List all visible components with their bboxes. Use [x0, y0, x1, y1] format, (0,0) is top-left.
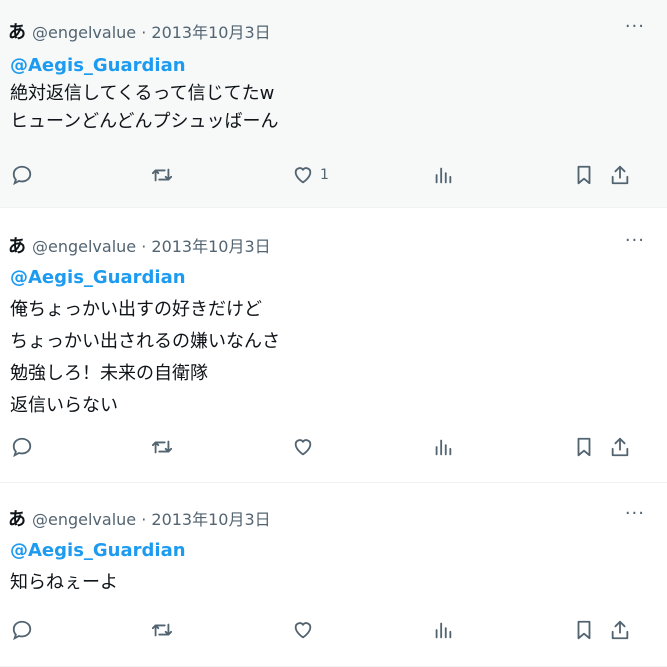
mention-link[interactable]: @Aegis_Guardian: [10, 264, 280, 292]
retweet-button[interactable]: [151, 436, 173, 458]
bookmark-icon: [577, 620, 591, 640]
display-name[interactable]: あ: [8, 18, 26, 44]
tweet[interactable]: あ @engelvalue · 2013年10月3日 ··· @Aegis_Gu…: [0, 0, 667, 208]
tweet-text: @Aegis_Guardian 絶対返信してくるって信じてたw ヒューンどんどん…: [10, 52, 279, 136]
like-icon: [294, 439, 312, 456]
handle-and-date[interactable]: @engelvalue · 2013年10月3日: [32, 19, 271, 43]
like-button[interactable]: [292, 619, 314, 641]
retweet-button[interactable]: [151, 619, 173, 641]
like-button[interactable]: 1: [292, 164, 329, 186]
display-name[interactable]: あ: [8, 505, 26, 531]
bookmark-icon: [577, 165, 591, 185]
retweet-icon: [151, 623, 173, 637]
like-icon: [294, 167, 312, 184]
tweet[interactable]: あ @engelvalue · 2013年10月3日 ··· @Aegis_Gu…: [0, 208, 667, 483]
handle-and-date[interactable]: @engelvalue · 2013年10月3日: [32, 233, 271, 257]
tweet-header: あ @engelvalue · 2013年10月3日: [8, 18, 271, 44]
retweet-icon: [151, 168, 173, 182]
tweet-line: 知らねぇーよ: [10, 572, 118, 593]
views-button[interactable]: [432, 164, 454, 186]
more-options-icon[interactable]: ···: [625, 230, 645, 251]
tweet[interactable]: あ @engelvalue · 2013年10月3日 ··· @Aegis_Gu…: [0, 483, 667, 667]
share-button[interactable]: [609, 619, 631, 641]
like-button[interactable]: [292, 436, 314, 458]
bookmark-button[interactable]: [573, 619, 595, 641]
handle-and-date[interactable]: @engelvalue · 2013年10月3日: [32, 506, 271, 530]
tweet-line: 絶対返信してくるって信じてたw: [10, 83, 275, 104]
views-icon: [435, 167, 452, 184]
views-icon: [435, 439, 452, 456]
share-icon: [611, 620, 629, 640]
like-icon: [294, 622, 312, 639]
tweet-header: あ @engelvalue · 2013年10月3日: [8, 232, 271, 258]
share-icon: [611, 437, 629, 457]
bookmark-icon: [577, 437, 591, 457]
reply-icon: [12, 437, 32, 458]
reply-button[interactable]: [11, 436, 33, 458]
bookmark-button[interactable]: [573, 436, 595, 458]
mention-link[interactable]: @Aegis_Guardian: [10, 52, 279, 80]
retweet-button[interactable]: [151, 164, 173, 186]
tweet-line: ヒューンどんどんプシュッばーん: [10, 111, 279, 132]
like-count: 1: [320, 167, 329, 183]
views-button[interactable]: [432, 619, 454, 641]
share-button[interactable]: [609, 436, 631, 458]
tweet-line: ちょっかい出されるの嫌いなんさ: [10, 331, 280, 352]
reply-button[interactable]: [11, 619, 33, 641]
more-options-icon[interactable]: ···: [625, 16, 645, 37]
reply-icon: [12, 620, 32, 641]
tweet-text: @Aegis_Guardian 知らねぇーよ: [10, 537, 186, 597]
bookmark-button[interactable]: [573, 164, 595, 186]
share-button[interactable]: [609, 164, 631, 186]
tweet-line: 返信いらない: [10, 395, 118, 416]
views-icon: [435, 622, 452, 639]
tweet-text: @Aegis_Guardian 俺ちょっかい出すの好きだけど ちょっかい出される…: [10, 264, 280, 420]
reply-icon: [12, 165, 32, 186]
display-name[interactable]: あ: [8, 232, 26, 258]
tweet-line: 俺ちょっかい出すの好きだけど: [10, 299, 262, 320]
retweet-icon: [151, 440, 173, 454]
views-button[interactable]: [432, 436, 454, 458]
mention-link[interactable]: @Aegis_Guardian: [10, 537, 186, 565]
more-options-icon[interactable]: ···: [625, 503, 645, 524]
share-icon: [611, 165, 629, 185]
tweet-header: あ @engelvalue · 2013年10月3日: [8, 505, 271, 531]
tweet-line: 勉強しろ！未来の自衛隊: [10, 363, 208, 384]
reply-button[interactable]: [11, 164, 33, 186]
